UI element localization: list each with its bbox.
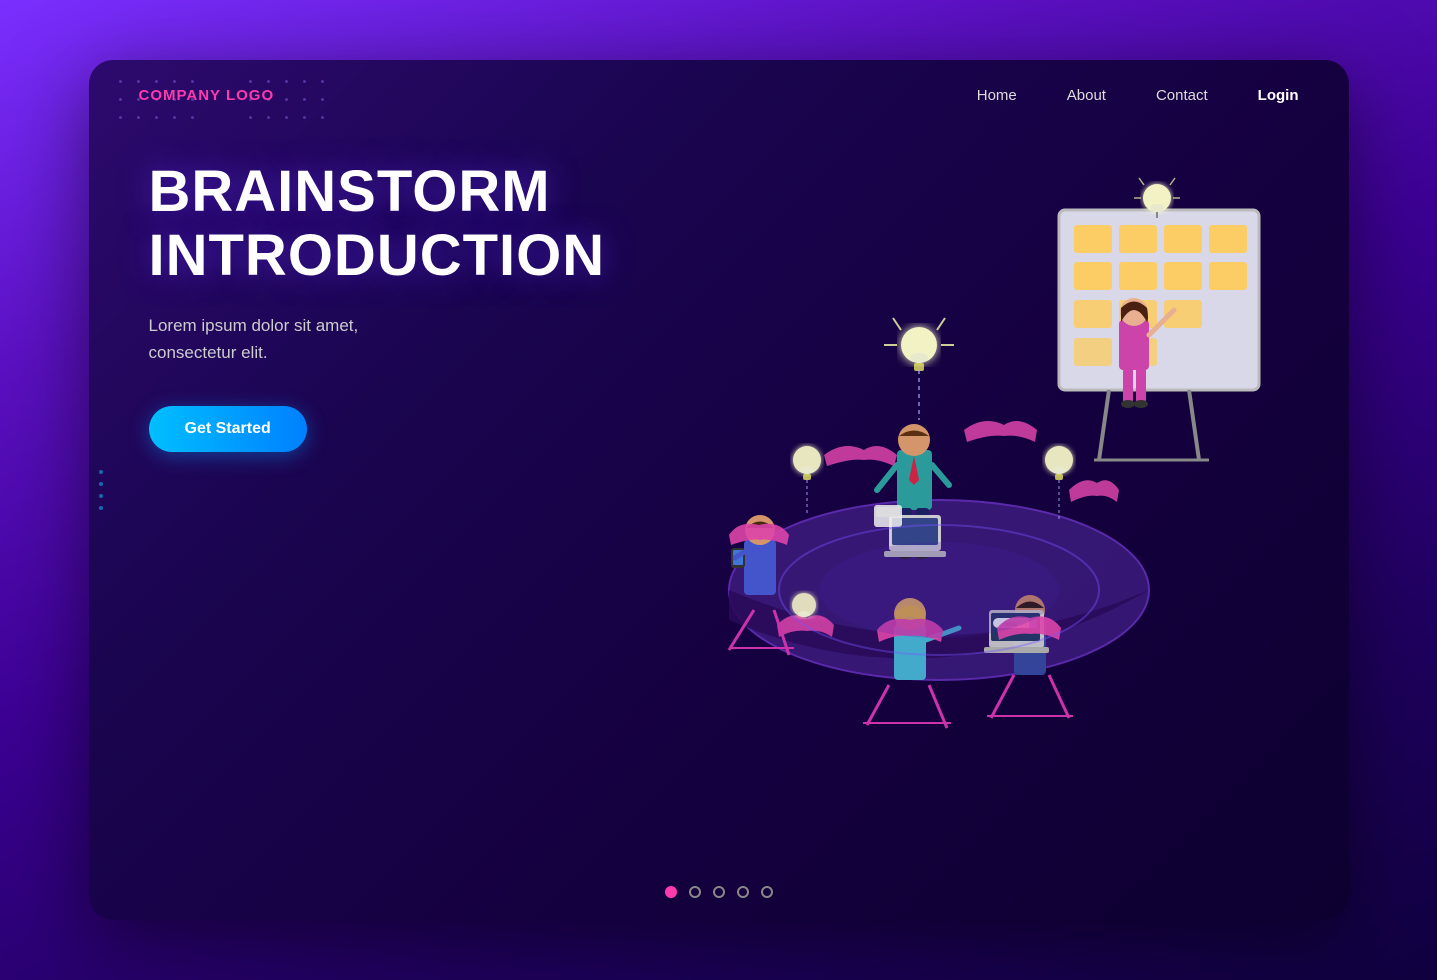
navigation: Home About Contact Login: [977, 87, 1299, 104]
nav-contact[interactable]: Contact: [1156, 87, 1208, 104]
nav-about[interactable]: About: [1067, 87, 1106, 104]
hero-title: BRAINSTORM INTRODUCTION: [149, 160, 629, 288]
side-dots: [99, 470, 103, 510]
nav-home[interactable]: Home: [977, 87, 1017, 104]
scene-svg: Idea: [629, 150, 1299, 890]
page-dot-3[interactable]: [737, 886, 749, 898]
page-dot-4[interactable]: [761, 886, 773, 898]
page-dot-2[interactable]: [713, 886, 725, 898]
page-dot-0[interactable]: [665, 886, 677, 898]
hero-subtitle: Lorem ipsum dolor sit amet,consectetur e…: [149, 312, 629, 366]
hero-title-line1: BRAINSTORM: [149, 159, 551, 224]
nav-login[interactable]: Login: [1258, 87, 1299, 104]
main-card: COMPANY LOGO Home About Contact Login BR…: [89, 60, 1349, 920]
hero-content: BRAINSTORM INTRODUCTION Lorem ipsum dolo…: [149, 160, 629, 452]
pagination: [665, 886, 773, 898]
illustration-area: Idea: [639, 110, 1319, 860]
page-dot-1[interactable]: [689, 886, 701, 898]
hero-title-line2: INTRODUCTION: [149, 223, 606, 288]
company-logo: COMPANY LOGO: [139, 87, 275, 104]
outer-background: COMPANY LOGO Home About Contact Login BR…: [0, 0, 1437, 980]
get-started-button[interactable]: Get Started: [149, 406, 307, 452]
